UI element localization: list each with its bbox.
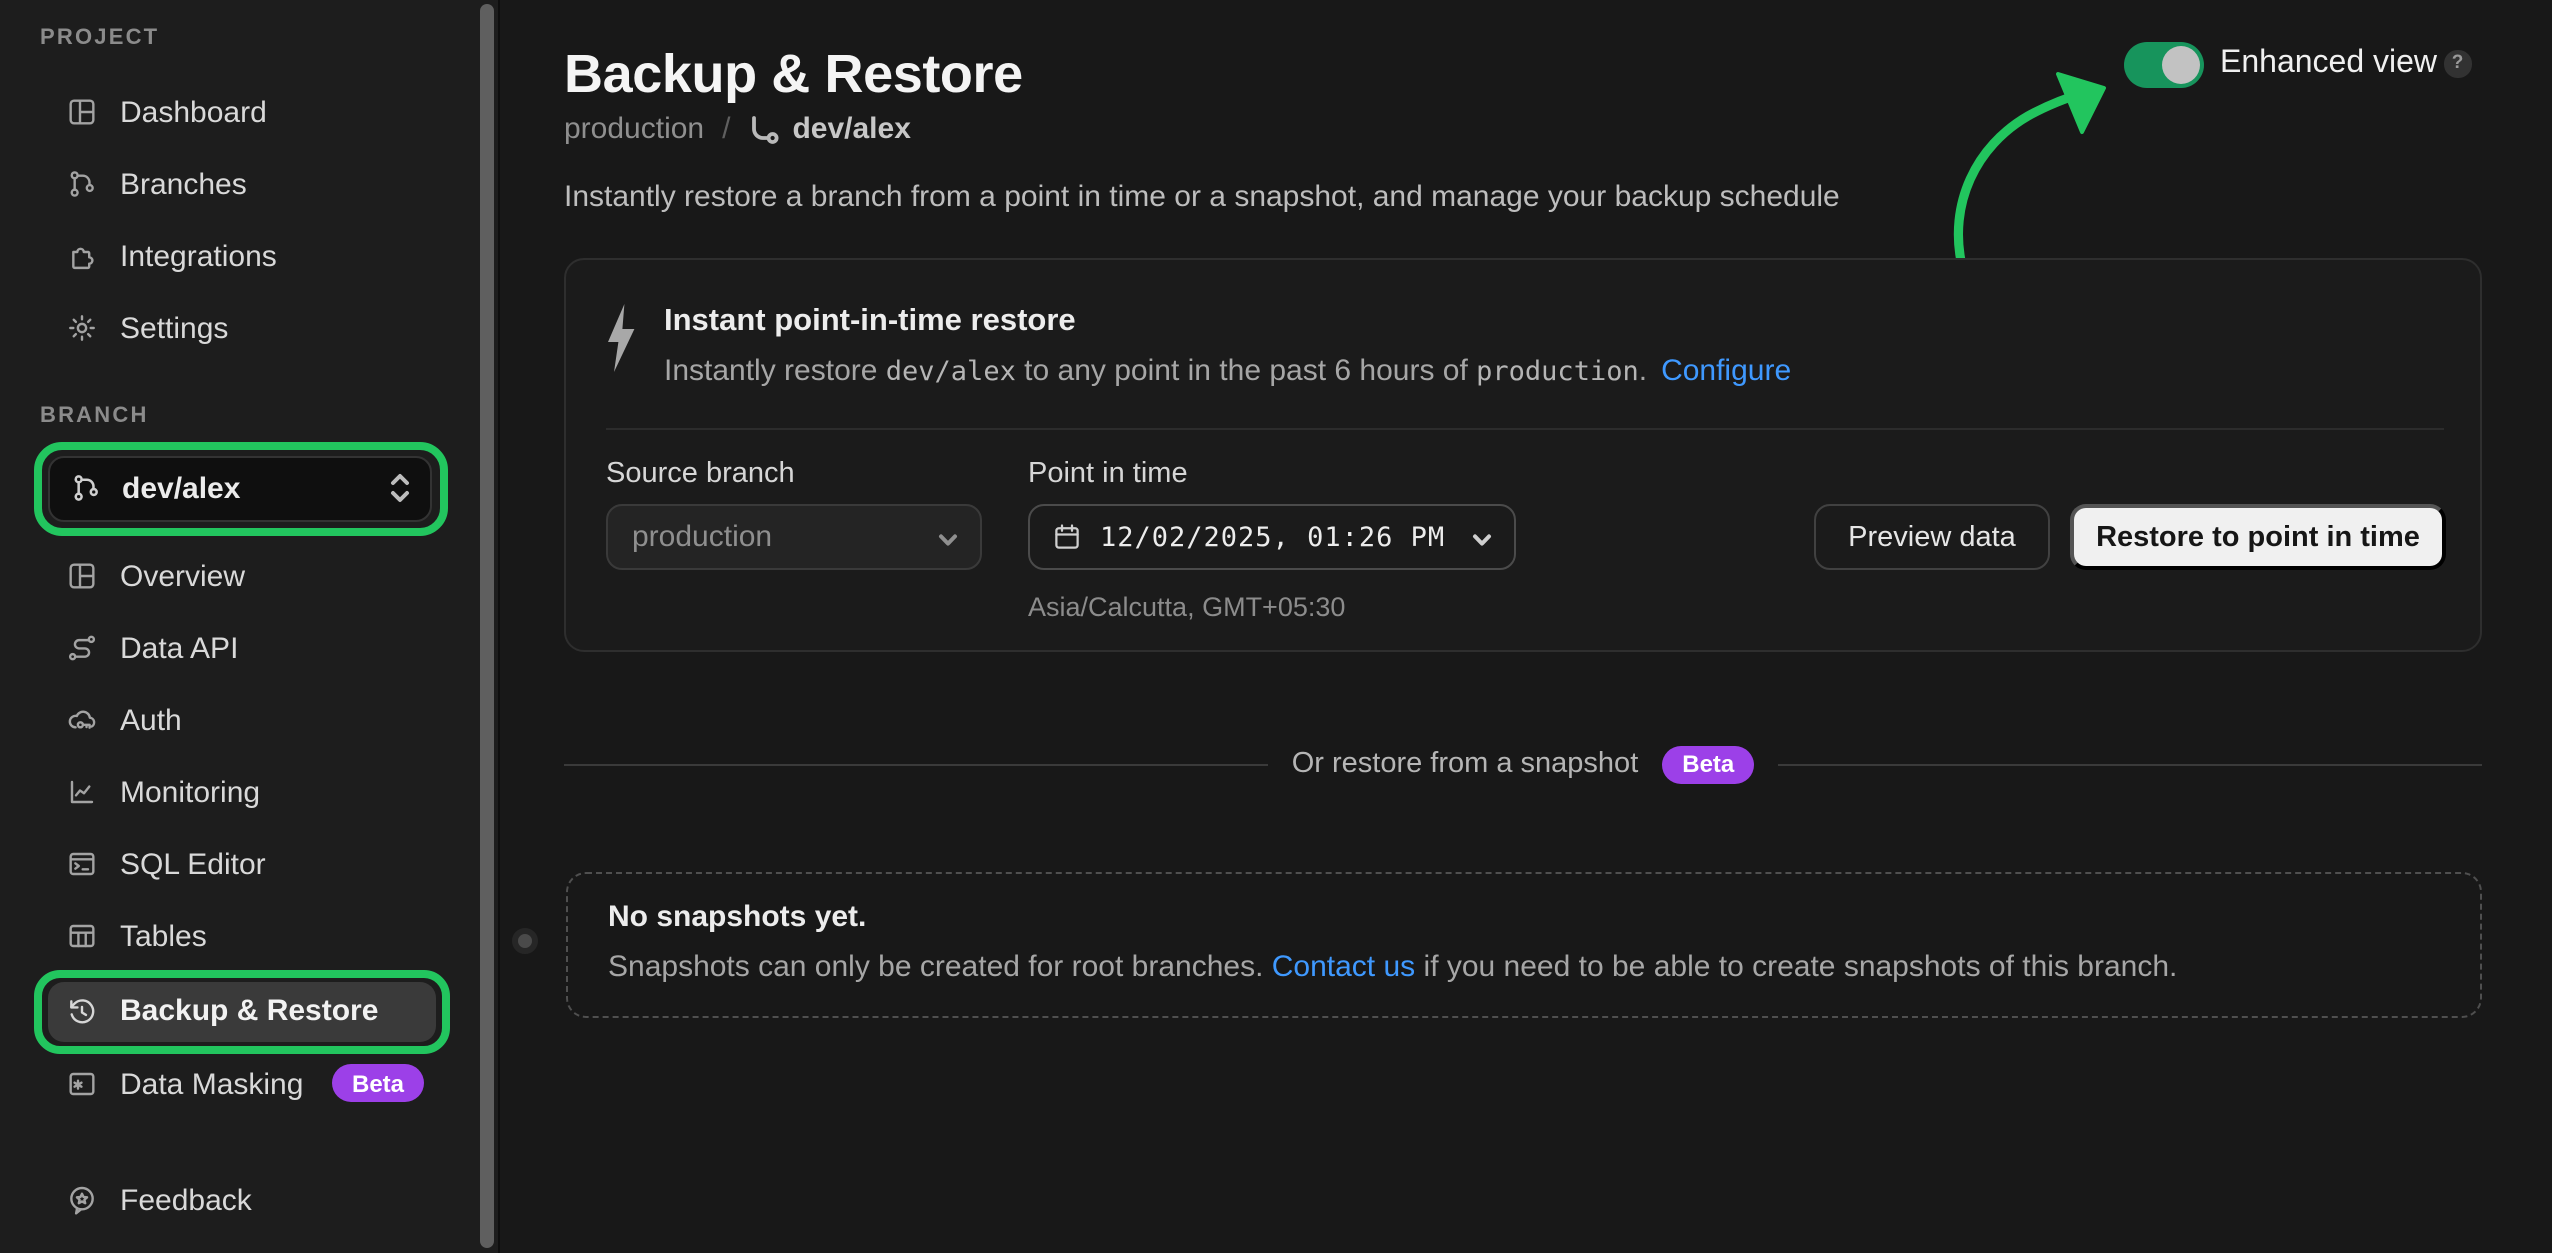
data-api-icon (66, 632, 98, 664)
beta-badge: Beta (1662, 745, 1754, 783)
sidebar-item-label: Auth (120, 703, 182, 737)
auth-icon (66, 704, 98, 736)
source-branch-label: Source branch (606, 458, 795, 490)
sidebar-item-branches[interactable]: Branches (0, 148, 480, 220)
source-branch-select[interactable]: production (606, 504, 982, 570)
lightning-icon (606, 304, 636, 372)
project-section-label: PROJECT (40, 26, 159, 50)
settings-icon (66, 312, 98, 344)
sidebar-item-label: Branches (120, 167, 247, 201)
snapshots-empty-text: Snapshots can only be created for root b… (608, 950, 2177, 984)
breadcrumb-parent[interactable]: production (564, 112, 704, 146)
page-title: Backup & Restore (564, 44, 1023, 106)
sidebar-item-label: Dashboard (120, 95, 267, 129)
chevron-up-down-icon (388, 470, 412, 506)
configure-link[interactable]: Configure (1661, 354, 1791, 388)
sidebar-item-label: Integrations (120, 239, 277, 273)
pit-restore-card: Instant point-in-time restore Instantly … (564, 258, 2482, 652)
source-name-code: production (1476, 356, 1639, 388)
chevron-down-icon (936, 525, 960, 549)
sidebar-scrollbar[interactable] (480, 4, 494, 1248)
branch-selector[interactable]: dev/alex (48, 455, 432, 521)
tables-icon (66, 920, 98, 952)
sql-editor-icon (66, 848, 98, 880)
snapshot-divider-label: Or restore from a snapshot (1292, 748, 1639, 780)
annotation-arrow (1920, 60, 2140, 280)
enhanced-view-toggle[interactable] (2124, 41, 2204, 87)
restore-point-in-time-button[interactable]: Restore to point in time (2070, 504, 2446, 570)
sidebar-item-sql-editor[interactable]: SQL Editor (0, 828, 480, 900)
branch-name-code: dev/alex (886, 356, 1016, 388)
calendar-icon (1052, 522, 1082, 552)
app-root: PROJECT Dashboard Branches Integrations (0, 0, 2552, 1253)
branch-nav: Overview Data API Auth Monitoring (0, 540, 480, 972)
enhanced-view-label: Enhanced view (2220, 45, 2437, 81)
sidebar-item-data-masking[interactable]: Data Masking Beta (0, 1048, 480, 1120)
help-icon[interactable]: ? (2444, 50, 2471, 77)
panel-resize-handle[interactable] (512, 928, 538, 954)
branch-icon (70, 472, 102, 504)
feedback-icon (66, 1184, 98, 1216)
sidebar-item-monitoring[interactable]: Monitoring (0, 756, 480, 828)
main-content: Backup & Restore production / dev/alex I… (500, 0, 2552, 1253)
divider-line (1778, 763, 2482, 765)
branches-icon (66, 168, 98, 200)
breadcrumb: production / dev/alex (564, 112, 911, 146)
timezone-text: Asia/Calcutta, GMT+05:30 (1028, 592, 1345, 622)
card-divider (606, 428, 2444, 430)
snapshots-empty-card: No snapshots yet. Snapshots can only be … (566, 872, 2482, 1018)
branch-selector-value: dev/alex (122, 471, 240, 505)
empty-text: if you need to be able to create snapsho… (1415, 950, 2177, 984)
preview-data-button[interactable]: Preview data (1814, 504, 2050, 570)
desc-text: Instantly restore (664, 354, 886, 388)
desc-text: . (1639, 354, 1647, 388)
contact-us-link[interactable]: Contact us (1272, 950, 1415, 984)
empty-text: Snapshots can only be created for root b… (608, 950, 1272, 984)
point-in-time-picker[interactable]: 12/02/2025, 01:26 PM (1028, 504, 1516, 570)
breadcrumb-separator: / (722, 112, 730, 146)
sidebar-item-dashboard[interactable]: Dashboard (0, 76, 480, 148)
sidebar-item-label: Settings (120, 311, 228, 345)
sidebar-item-auth[interactable]: Auth (0, 684, 480, 756)
chevron-down-icon (1470, 525, 1494, 549)
snapshots-empty-title: No snapshots yet. (608, 900, 866, 934)
monitoring-icon (66, 776, 98, 808)
integrations-icon (66, 240, 98, 272)
divider-line (564, 763, 1268, 765)
page-description: Instantly restore a branch from a point … (564, 180, 1840, 214)
sidebar-item-label: Tables (120, 919, 207, 953)
sidebar-item-backup-restore[interactable]: Backup & Restore (48, 982, 436, 1042)
sidebar-item-overview[interactable]: Overview (0, 540, 480, 612)
sidebar-item-data-api[interactable]: Data API (0, 612, 480, 684)
dashboard-icon (66, 96, 98, 128)
sidebar-item-label: SQL Editor (120, 847, 266, 881)
pit-card-description: Instantly restore dev/alex to any point … (664, 354, 1791, 388)
beta-badge: Beta (332, 1064, 424, 1102)
child-branch-icon (748, 113, 780, 145)
sidebar-item-tables[interactable]: Tables (0, 900, 480, 972)
breadcrumb-current: dev/alex (792, 112, 910, 146)
overview-icon (66, 560, 98, 592)
point-in-time-value: 12/02/2025, 01:26 PM (1100, 521, 1445, 553)
sidebar-item-label: Overview (120, 559, 245, 593)
desc-text: to any point in the past 6 hours of (1016, 354, 1476, 388)
branch-section-label: BRANCH (40, 404, 149, 428)
pit-card-title: Instant point-in-time restore (664, 304, 1076, 340)
sidebar-item-settings[interactable]: Settings (0, 292, 480, 364)
sidebar-item-label: Monitoring (120, 775, 260, 809)
sidebar-item-label: Feedback (120, 1183, 252, 1217)
sidebar-item-label: Data API (120, 631, 238, 665)
sidebar-item-label: Backup & Restore (120, 994, 378, 1028)
sidebar-item-label: Data Masking (120, 1067, 303, 1101)
data-masking-icon (66, 1068, 98, 1100)
snapshot-divider: Or restore from a snapshot Beta (564, 746, 2482, 782)
sidebar: PROJECT Dashboard Branches Integrations (0, 0, 500, 1253)
toggle-knob (2162, 45, 2200, 83)
backup-restore-icon (66, 996, 98, 1028)
sidebar-item-integrations[interactable]: Integrations (0, 220, 480, 292)
sidebar-item-feedback[interactable]: Feedback (0, 1164, 480, 1236)
source-branch-value: production (632, 520, 772, 554)
point-in-time-label: Point in time (1028, 458, 1188, 490)
project-nav: Dashboard Branches Integrations Settings (0, 76, 480, 364)
